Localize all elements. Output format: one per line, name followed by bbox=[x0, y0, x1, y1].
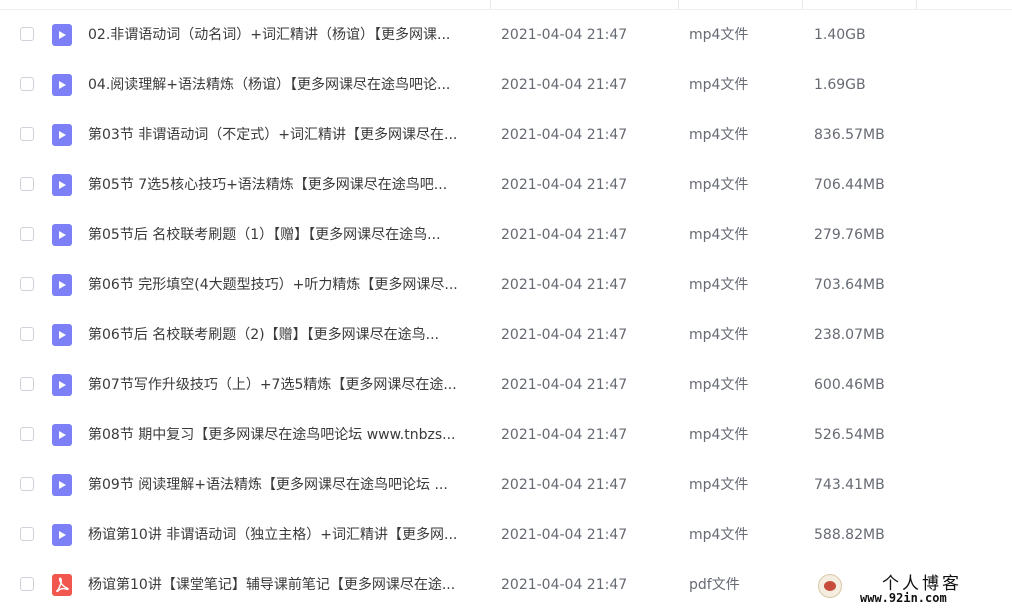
watermark-logo-icon bbox=[818, 574, 842, 598]
file-row[interactable]: 第06节 完形填空(4大题型技巧）+听力精炼【更多网课尽... 2021-04-0… bbox=[0, 260, 1012, 310]
file-row[interactable]: 第03节 非谓语动词（不定式）+词汇精讲【更多网课尽在... 2021-04-04… bbox=[0, 110, 1012, 160]
row-checkbox[interactable] bbox=[20, 77, 34, 91]
file-name[interactable]: 第08节 期中复习【更多网课尽在途鸟吧论坛 www.tnbzs... bbox=[88, 425, 488, 445]
file-name[interactable]: 04.阅读理解+语法精炼（杨谊）【更多网课尽在途鸟吧论... bbox=[88, 75, 488, 95]
column-divider[interactable] bbox=[802, 0, 803, 9]
file-modified-time: 2021-04-04 21:47 bbox=[501, 177, 628, 193]
file-modified-time: 2021-04-04 21:47 bbox=[501, 477, 628, 493]
file-name[interactable]: 第06节 完形填空(4大题型技巧）+听力精炼【更多网课尽... bbox=[88, 275, 488, 295]
file-modified-time: 2021-04-04 21:47 bbox=[501, 77, 628, 93]
row-checkbox[interactable] bbox=[20, 277, 34, 291]
watermark: 个人博客 www.92in.com bbox=[812, 566, 1012, 611]
file-name[interactable]: 第03节 非谓语动词（不定式）+词汇精讲【更多网课尽在... bbox=[88, 125, 488, 145]
file-type: mp4文件 bbox=[689, 77, 749, 93]
file-size: 588.82MB bbox=[814, 527, 885, 543]
column-header bbox=[0, 0, 1012, 10]
row-checkbox[interactable] bbox=[20, 527, 34, 541]
file-list: 02.非谓语动词（动名词）+词汇精讲（杨谊）【更多网课... 2021-04-04… bbox=[0, 10, 1012, 610]
file-modified-time: 2021-04-04 21:47 bbox=[501, 327, 628, 343]
file-name[interactable]: 第07节写作升级技巧（上）+7选5精炼【更多网课尽在途... bbox=[88, 375, 488, 395]
file-modified-time: 2021-04-04 21:47 bbox=[501, 377, 628, 393]
file-size: 743.41MB bbox=[814, 477, 885, 493]
row-checkbox[interactable] bbox=[20, 227, 34, 241]
file-row[interactable]: 02.非谓语动词（动名词）+词汇精讲（杨谊）【更多网课... 2021-04-04… bbox=[0, 10, 1012, 60]
file-size: 706.44MB bbox=[814, 177, 885, 193]
file-size: 1.40GB bbox=[814, 27, 866, 43]
video-file-icon bbox=[52, 24, 72, 46]
file-row[interactable]: 杨谊第10讲 非谓语动词（独立主格）+词汇精讲【更多网... 2021-04-04… bbox=[0, 510, 1012, 560]
video-file-icon bbox=[52, 374, 72, 396]
row-checkbox[interactable] bbox=[20, 327, 34, 341]
file-size: 703.64MB bbox=[814, 277, 885, 293]
file-type: mp4文件 bbox=[689, 327, 749, 343]
file-modified-time: 2021-04-04 21:47 bbox=[501, 127, 628, 143]
video-file-icon bbox=[52, 274, 72, 296]
file-size: 238.07MB bbox=[814, 327, 885, 343]
column-divider[interactable] bbox=[678, 0, 679, 9]
file-row[interactable]: 第06节后 名校联考刷题（2)【赠】【更多网课尽在途鸟... 2021-04-04… bbox=[0, 310, 1012, 360]
file-size: 279.76MB bbox=[814, 227, 885, 243]
file-name[interactable]: 02.非谓语动词（动名词）+词汇精讲（杨谊）【更多网课... bbox=[88, 25, 488, 45]
file-modified-time: 2021-04-04 21:47 bbox=[501, 277, 628, 293]
file-modified-time: 2021-04-04 21:47 bbox=[501, 427, 628, 443]
row-checkbox[interactable] bbox=[20, 577, 34, 591]
file-row[interactable]: 04.阅读理解+语法精炼（杨谊）【更多网课尽在途鸟吧论... 2021-04-04… bbox=[0, 60, 1012, 110]
pdf-file-icon bbox=[52, 574, 72, 596]
file-type: mp4文件 bbox=[689, 477, 749, 493]
file-row[interactable]: 第05节 7选5核心技巧+语法精炼【更多网课尽在途鸟吧... 2021-04-04… bbox=[0, 160, 1012, 210]
video-file-icon bbox=[52, 524, 72, 546]
file-size: 600.46MB bbox=[814, 377, 885, 393]
file-name[interactable]: 第09节 阅读理解+语法精炼【更多网课尽在途鸟吧论坛 ... bbox=[88, 475, 488, 495]
file-type: pdf文件 bbox=[689, 577, 740, 593]
video-file-icon bbox=[52, 124, 72, 146]
video-file-icon bbox=[52, 74, 72, 96]
file-type: mp4文件 bbox=[689, 277, 749, 293]
row-checkbox[interactable] bbox=[20, 377, 34, 391]
video-file-icon bbox=[52, 224, 72, 246]
column-divider[interactable] bbox=[916, 0, 917, 9]
video-file-icon bbox=[52, 324, 72, 346]
file-modified-time: 2021-04-04 21:47 bbox=[501, 577, 628, 593]
file-row[interactable]: 第07节写作升级技巧（上）+7选5精炼【更多网课尽在途... 2021-04-04… bbox=[0, 360, 1012, 410]
row-checkbox[interactable] bbox=[20, 127, 34, 141]
file-type: mp4文件 bbox=[689, 377, 749, 393]
row-checkbox[interactable] bbox=[20, 477, 34, 491]
video-file-icon bbox=[52, 474, 72, 496]
file-name[interactable]: 第05节 7选5核心技巧+语法精炼【更多网课尽在途鸟吧... bbox=[88, 175, 488, 195]
file-type: mp4文件 bbox=[689, 427, 749, 443]
file-size: 836.57MB bbox=[814, 127, 885, 143]
file-type: mp4文件 bbox=[689, 527, 749, 543]
column-divider[interactable] bbox=[490, 0, 491, 9]
file-row[interactable]: 第09节 阅读理解+语法精炼【更多网课尽在途鸟吧论坛 ... 2021-04-04… bbox=[0, 460, 1012, 510]
file-name[interactable]: 第06节后 名校联考刷题（2)【赠】【更多网课尽在途鸟... bbox=[88, 325, 488, 345]
file-modified-time: 2021-04-04 21:47 bbox=[501, 227, 628, 243]
file-size: 526.54MB bbox=[814, 427, 885, 443]
video-file-icon bbox=[52, 174, 72, 196]
file-type: mp4文件 bbox=[689, 177, 749, 193]
file-modified-time: 2021-04-04 21:47 bbox=[501, 27, 628, 43]
row-checkbox[interactable] bbox=[20, 177, 34, 191]
video-file-icon bbox=[52, 424, 72, 446]
file-name[interactable]: 第05节后 名校联考刷题（1）【赠】【更多网课尽在途鸟... bbox=[88, 225, 488, 245]
file-row[interactable]: 第08节 期中复习【更多网课尽在途鸟吧论坛 www.tnbzs... 2021-0… bbox=[0, 410, 1012, 460]
file-name[interactable]: 杨谊第10讲 非谓语动词（独立主格）+词汇精讲【更多网... bbox=[88, 525, 488, 545]
file-size: 1.69GB bbox=[814, 77, 866, 93]
row-checkbox[interactable] bbox=[20, 27, 34, 41]
file-name[interactable]: 杨谊第10讲【课堂笔记】辅导课前笔记【更多网课尽在途... bbox=[88, 575, 488, 595]
watermark-url: www.92in.com bbox=[860, 591, 947, 605]
file-type: mp4文件 bbox=[689, 27, 749, 43]
file-type: mp4文件 bbox=[689, 227, 749, 243]
file-row[interactable]: 第05节后 名校联考刷题（1）【赠】【更多网课尽在途鸟... 2021-04-04… bbox=[0, 210, 1012, 260]
file-type: mp4文件 bbox=[689, 127, 749, 143]
file-modified-time: 2021-04-04 21:47 bbox=[501, 527, 628, 543]
row-checkbox[interactable] bbox=[20, 427, 34, 441]
